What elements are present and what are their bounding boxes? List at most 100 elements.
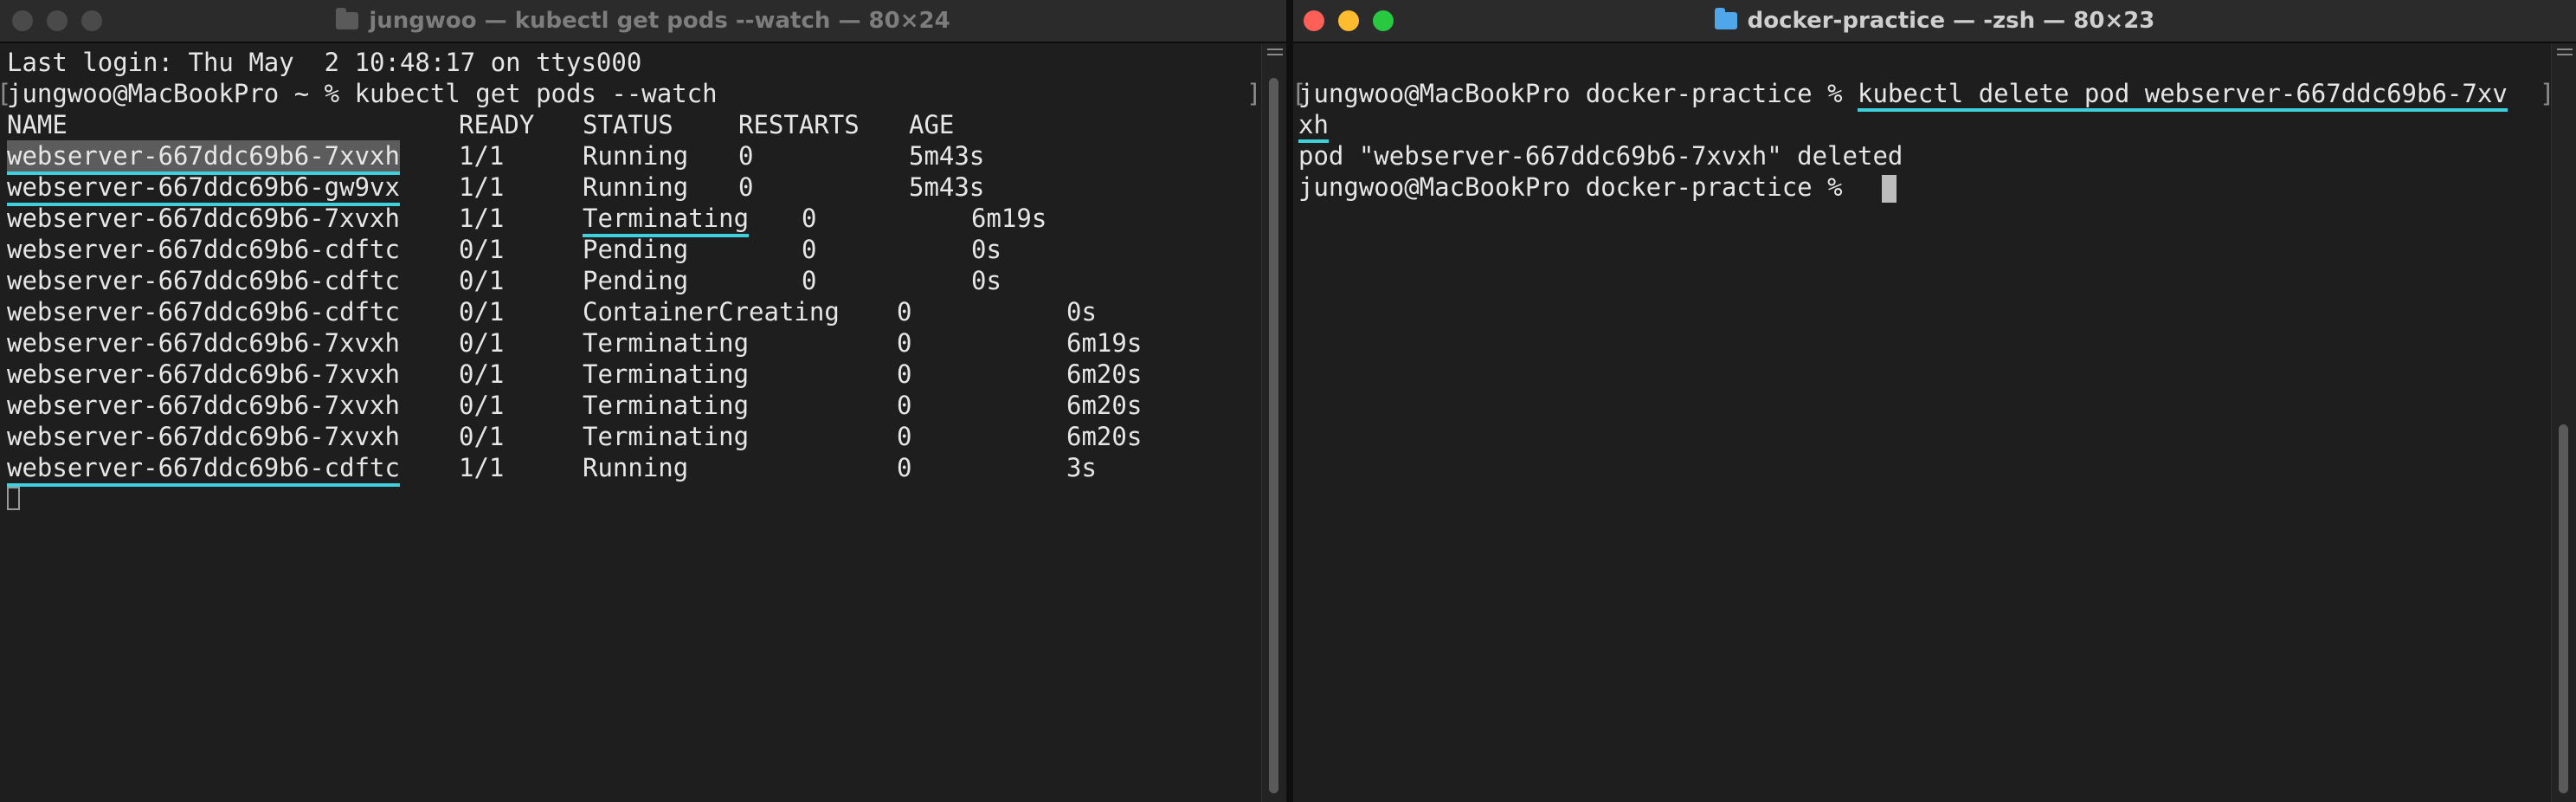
cell-status: Running [583, 172, 689, 202]
prompt: jungwoo@MacBookPro docker-practice % [1298, 172, 1858, 202]
prompt: jungwoo@MacBookPro docker-practice % [1298, 79, 1858, 108]
scrollbar-left[interactable] [1261, 43, 1286, 802]
header-restarts: RESTARTS [738, 110, 860, 139]
titlebar-left: jungwoo — kubectl get pods --watch — 80×… [0, 0, 1286, 43]
cell-status: Running [583, 453, 689, 482]
menu-icon[interactable] [1267, 49, 1283, 61]
table-row: webserver-667ddc69b6-gw9vx 1/1 Running 0 5m4… [7, 171, 1253, 206]
cell-age: 3s [1066, 453, 1097, 482]
cell-age: 6m19s [1066, 328, 1143, 358]
window-title-text: jungwoo — kubectl get pods --watch — 80×… [369, 8, 950, 34]
cell-restarts: 0 [897, 328, 912, 358]
header-ready: READY [459, 110, 535, 139]
folder-icon [336, 8, 359, 29]
command-line: jungwoo@MacBookPro docker-practice % kub… [1298, 78, 2508, 112]
cell-status: Terminating [583, 328, 750, 358]
command: kubectl delete pod webserver-667ddc69b6-… [1858, 79, 2508, 112]
cell-restarts: 0 [738, 172, 754, 202]
cell-age: 0s [971, 235, 1001, 264]
cell-age: 0s [971, 266, 1001, 295]
cell-name: webserver-667ddc69b6-7xvxh [7, 391, 400, 420]
cell-restarts: 0 [897, 391, 912, 420]
cell-status: Terminating [583, 422, 750, 451]
cursor [1882, 175, 1897, 203]
scrollbar-right[interactable] [2551, 43, 2576, 802]
cell-restarts: 0 [802, 266, 817, 295]
cell-name: webserver-667ddc69b6-7xvxh [7, 140, 400, 175]
mark-bracket-right: ] [1246, 79, 1262, 108]
cell-ready: 0/1 [459, 359, 505, 389]
cell-restarts: 0 [802, 204, 817, 233]
table-row: webserver-667ddc69b6-7xvxh 0/1 Terminating… [7, 421, 1253, 452]
window-title: docker-practice — -zsh — 80×23 [1293, 0, 2576, 42]
command-line-wrap: xh [1298, 109, 1329, 143]
folder-icon [1714, 8, 1737, 29]
titlebar-right: docker-practice — -zsh — 80×23 [1293, 0, 2576, 43]
menu-icon[interactable] [2557, 49, 2573, 61]
table-row: webserver-667ddc69b6-cdftc 0/1 Pending 0 0s [7, 234, 1253, 265]
table-row: webserver-667ddc69b6-7xvxh 0/1 Terminating… [7, 359, 1253, 390]
cell-name: webserver-667ddc69b6-gw9vx [7, 171, 400, 206]
cell-name: webserver-667ddc69b6-cdftc [7, 452, 400, 487]
cell-ready: 0/1 [459, 391, 505, 420]
pods-header-row: NAME READY STATUS RESTARTS AGE [7, 109, 1253, 140]
cell-status: Terminating [583, 391, 750, 420]
cell-age: 6m20s [1066, 422, 1143, 451]
cell-name: webserver-667ddc69b6-7xvxh [7, 204, 400, 233]
table-row: webserver-667ddc69b6-7xvxh 1/1 Running 0 5m4… [7, 140, 1253, 175]
window-title-text: docker-practice — -zsh — 80×23 [1747, 8, 2155, 34]
cell-status: ContainerCreating [583, 297, 840, 327]
cell-name: webserver-667ddc69b6-7xvxh [7, 422, 400, 451]
cell-ready: 1/1 [459, 172, 505, 202]
cell-age: 6m20s [1066, 359, 1143, 389]
window-title: jungwoo — kubectl get pods --watch — 80×… [0, 0, 1286, 42]
last-login-line: Last login: Thu May 2 10:48:17 on ttys00… [7, 48, 642, 77]
table-row: webserver-667ddc69b6-cdftc 0/1 Pending 0 0s [7, 265, 1253, 296]
header-name: NAME [7, 110, 68, 139]
cell-restarts: 0 [897, 453, 912, 482]
command-continuation: xh [1298, 110, 1329, 143]
cell-ready: 1/1 [459, 204, 505, 233]
cell-status: Running [583, 141, 689, 171]
cell-ready: 0/1 [459, 266, 505, 295]
output-line: pod "webserver-667ddc69b6-7xvxh" deleted [1298, 141, 1903, 171]
cell-restarts: 0 [897, 359, 912, 389]
terminal-content-right[interactable]: [ jungwoo@MacBookPro docker-practice % k… [1293, 43, 2554, 802]
cell-age: 0s [1066, 297, 1097, 327]
prompt: jungwoo@MacBookPro ~ % [7, 79, 355, 108]
cell-restarts: 0 [802, 235, 817, 264]
cell-status: Terminating [583, 203, 750, 237]
cell-name: webserver-667ddc69b6-cdftc [7, 235, 400, 264]
cell-restarts: 0 [897, 297, 912, 327]
terminal-window-left: jungwoo — kubectl get pods --watch — 80×… [0, 0, 1286, 802]
cell-ready: 0/1 [459, 297, 505, 327]
cell-name: webserver-667ddc69b6-7xvxh [7, 328, 400, 358]
terminal-window-right: docker-practice — -zsh — 80×23 [ jungwoo… [1293, 0, 2576, 802]
command: kubectl get pods --watch [354, 79, 718, 108]
cell-status: Terminating [583, 359, 750, 389]
cell-ready: 0/1 [459, 422, 505, 451]
cell-age: 6m20s [1066, 391, 1143, 420]
cell-name: webserver-667ddc69b6-cdftc [7, 266, 400, 295]
table-row: webserver-667ddc69b6-7xvxh 0/1 Terminating… [7, 327, 1253, 359]
header-status: STATUS [583, 110, 673, 139]
table-row: webserver-667ddc69b6-7xvxh 1/1 Terminating… [7, 203, 1253, 237]
cell-status: Pending [583, 266, 689, 295]
cell-restarts: 0 [738, 141, 754, 171]
header-age: AGE [909, 110, 955, 139]
cell-restarts: 0 [897, 422, 912, 451]
scroll-thumb-left[interactable] [1269, 78, 1278, 793]
window-divider [1286, 0, 1293, 802]
terminal-content-left[interactable]: Last login: Thu May 2 10:48:17 on ttys00… [0, 43, 1262, 802]
cell-ready: 1/1 [459, 453, 505, 482]
cursor [7, 487, 20, 510]
cell-age: 6m19s [971, 204, 1047, 233]
cell-age: 5m43s [909, 172, 985, 202]
cell-ready: 1/1 [459, 141, 505, 171]
cell-name: webserver-667ddc69b6-7xvxh [7, 359, 400, 389]
command-line: jungwoo@MacBookPro ~ % kubectl get pods … [7, 78, 718, 109]
cell-age: 5m43s [909, 141, 985, 171]
table-row: webserver-667ddc69b6-cdftc 0/1 ContainerCr… [7, 296, 1253, 327]
scroll-thumb-right[interactable] [2559, 424, 2568, 793]
cell-name: webserver-667ddc69b6-cdftc [7, 297, 400, 327]
